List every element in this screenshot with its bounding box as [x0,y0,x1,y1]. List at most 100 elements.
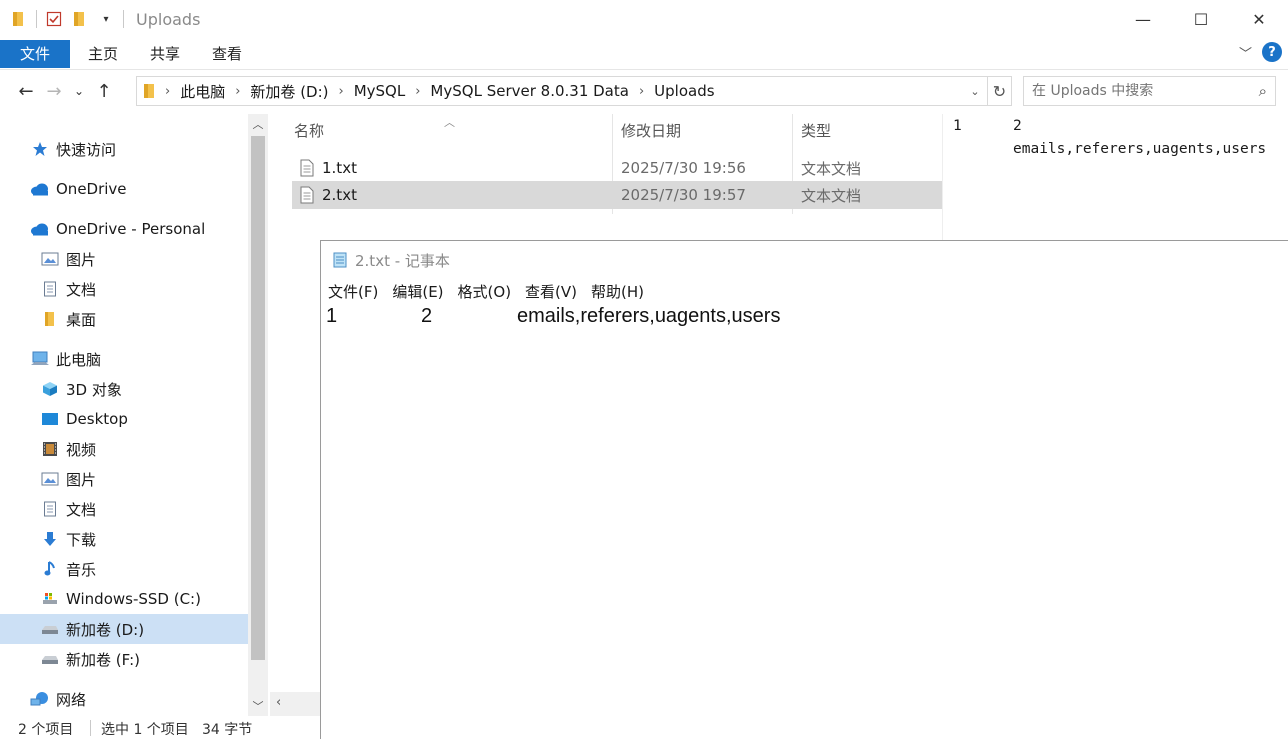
scroll-up-arrow-icon[interactable]: ︿ [248,114,268,134]
cube-icon [40,380,60,398]
cloud-icon [30,220,50,238]
document-icon [40,500,60,518]
notepad-text-col3: emails,referers,uagents,users [517,305,781,327]
address-bar[interactable]: › 此电脑 › 新加卷 (D:) › MySQL › MySQL Server … [136,76,988,106]
recent-locations-chevron-icon[interactable]: ⌄ [68,84,90,98]
table-row[interactable]: 1.txt 2025/7/30 19:56 文本文档 [292,154,942,182]
nav-onedrive[interactable]: OneDrive [30,174,240,204]
tab-view[interactable]: 查看 [196,40,258,68]
nav-desktop[interactable]: Desktop [40,404,240,434]
scroll-down-arrow-icon[interactable]: ﹀ [248,696,268,716]
refresh-icon[interactable]: ↻ [988,76,1012,106]
computer-icon [30,350,50,368]
table-row[interactable]: 2.txt 2025/7/30 19:57 文本文档 [292,181,942,209]
nav-pane-scrollbar[interactable]: ︿ ﹀ [248,114,268,716]
nav-drive-c[interactable]: Windows-SSD (C:) [40,584,240,614]
file-modified: 2025/7/30 19:57 [621,186,746,204]
help-icon[interactable]: ? [1262,42,1282,62]
menu-view[interactable]: 查看(V) [525,281,577,302]
notepad-window: 2.txt - 记事本 文件(F) 编辑(E) 格式(O) 查看(V) 帮助(H… [320,240,1288,739]
nav-onedrive-documents[interactable]: 文档 [40,274,240,304]
tab-home[interactable]: 主页 [72,40,134,68]
window-title: Uploads [136,9,201,29]
nav-videos[interactable]: 视频 [40,434,240,464]
drive-icon [40,650,60,668]
breadcrumb-drive-d[interactable]: 新加卷 (D:) [244,81,334,102]
up-arrow-icon[interactable]: ↑ [90,81,118,102]
expand-ribbon-icon[interactable]: ﹀ [1239,43,1252,62]
preview-text-col1: 1 [953,118,962,134]
breadcrumb-mysql-data[interactable]: MySQL Server 8.0.31 Data [424,82,635,100]
address-dropdown-icon[interactable]: ⌄ [963,77,987,105]
title-bar: ▾ Uploads — ☐ ✕ [0,0,1288,38]
nav-music[interactable]: 音乐 [40,554,240,584]
drive-icon [40,620,60,638]
notepad-text-col1: 1 [326,305,338,327]
status-selected-count: 选中 1 个项目 [101,722,189,738]
nav-downloads[interactable]: 下载 [40,524,240,554]
nav-this-pc[interactable]: 此电脑 [30,344,240,374]
menu-format[interactable]: 格式(O) [458,281,512,302]
nav-3d-objects[interactable]: 3D 对象 [40,374,240,404]
file-name: 2.txt [322,186,357,204]
breadcrumb-uploads[interactable]: Uploads [648,82,720,100]
network-icon [30,690,50,708]
nav-onedrive-desktop[interactable]: 桌面 [40,304,240,334]
nav-onedrive-personal[interactable]: OneDrive - Personal [30,214,240,244]
maximize-button[interactable]: ☐ [1172,0,1230,38]
breadcrumb-chevron-icon[interactable]: › [411,84,424,99]
scroll-left-arrow-icon[interactable]: ‹ [276,695,281,710]
preview-text-col3: emails,referers,uagents,users [1013,141,1267,157]
status-selected-size: 34 字节 [202,722,253,738]
menu-help[interactable]: 帮助(H) [591,281,644,302]
preview-pane: 1 2 emails,referers,uagents,users [942,114,1288,240]
folder-icon [143,83,157,99]
tab-share[interactable]: 共享 [134,40,196,68]
tab-file[interactable]: 文件 [0,39,70,68]
breadcrumb-this-pc[interactable]: 此电脑 [174,81,231,102]
properties-icon[interactable] [45,10,63,28]
notepad-text-area[interactable]: 1 2 emails,referers,uagents,users [321,305,1288,739]
desktop-icon [40,410,60,428]
folder-icon[interactable] [10,10,28,28]
search-icon[interactable]: ⌕ [1259,82,1267,100]
breadcrumb-chevron-icon[interactable]: › [335,84,348,99]
menu-edit[interactable]: 编辑(E) [392,281,443,302]
text-file-icon [300,154,314,182]
notepad-icon [331,251,349,269]
close-button[interactable]: ✕ [1230,0,1288,38]
nav-onedrive-pictures[interactable]: 图片 [40,244,240,274]
notepad-text-col2: 2 [421,305,433,327]
column-header-type[interactable]: 类型 [801,114,831,146]
text-file-icon [300,181,314,209]
nav-quick-access[interactable]: 快速访问 [30,134,240,164]
column-header-name[interactable]: 名称 [294,114,324,146]
scrollbar-thumb[interactable] [251,136,265,660]
nav-network[interactable]: 网络 [30,684,240,714]
breadcrumb-chevron-icon[interactable]: › [161,84,174,99]
nav-documents[interactable]: 文档 [40,494,240,524]
customize-dropdown-icon[interactable]: ▾ [97,10,115,28]
film-icon [40,440,60,458]
file-list-horizontal-scrollbar[interactable]: ‹ [270,692,322,716]
nav-drive-d[interactable]: 新加卷 (D:) [0,614,248,644]
breadcrumb-chevron-icon[interactable]: › [231,84,244,99]
breadcrumb-mysql[interactable]: MySQL [348,82,412,100]
cloud-icon [30,180,50,198]
column-header-modified[interactable]: 修改日期 [621,114,681,146]
nav-drive-f[interactable]: 新加卷 (F:) [40,644,240,674]
nav-pictures[interactable]: 图片 [40,464,240,494]
new-folder-icon[interactable] [71,10,89,28]
preview-text-col2: 2 [1013,118,1022,134]
forward-arrow-icon[interactable]: → [40,81,68,102]
menu-file[interactable]: 文件(F) [328,281,378,302]
sort-ascending-icon: ︿ [444,116,455,129]
minimize-button[interactable]: — [1114,0,1172,38]
address-row: ← → ⌄ ↑ › 此电脑 › 新加卷 (D:) › MySQL › MySQL… [0,72,1288,110]
breadcrumb-chevron-icon[interactable]: › [635,84,648,99]
back-arrow-icon[interactable]: ← [12,81,40,102]
search-input[interactable] [1032,83,1242,99]
file-name: 1.txt [322,159,357,177]
search-box[interactable]: ⌕ [1023,76,1276,106]
status-item-count: 2 个项目 [18,722,74,738]
